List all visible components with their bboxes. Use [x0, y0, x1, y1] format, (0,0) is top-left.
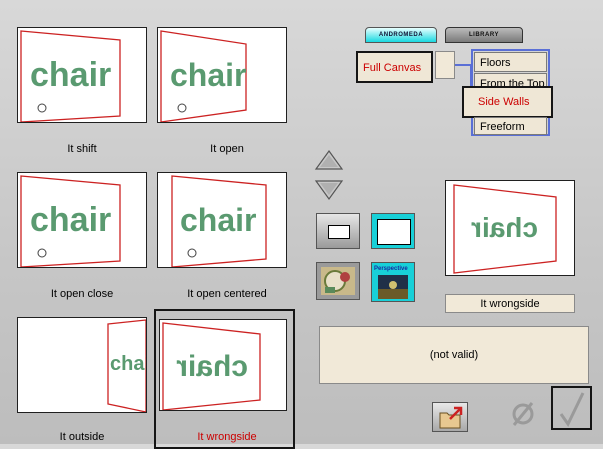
thumbnail-caption: It outside [59, 431, 105, 443]
large-frame-button[interactable] [371, 213, 415, 249]
thumbnail-caption: It open [210, 143, 244, 155]
mode-floors-label: Floors [480, 57, 511, 69]
svg-text:chair: chair [30, 56, 111, 94]
arrow-down-icon[interactable] [314, 177, 344, 201]
mode-side-walls-label: Side Walls [478, 96, 530, 108]
svg-text:chair: chair [170, 57, 246, 93]
full-canvas-button[interactable]: Full Canvas [356, 51, 433, 83]
full-canvas-label: Full Canvas [363, 62, 422, 74]
tab-andromeda-label: ANDROMEDA [378, 32, 424, 38]
small-frame-button[interactable] [316, 213, 360, 249]
tab-andromeda[interactable]: ANDROMEDA [365, 27, 437, 43]
thumbnail-it-open-centered[interactable]: chair [157, 172, 287, 268]
texture-preview-button[interactable] [316, 262, 360, 300]
thumbnail-art: chair [20, 30, 121, 122]
canvas-mode-spacer [435, 51, 455, 79]
thumbnail-caption: It shift [67, 143, 97, 155]
perspective-label: Perspective [374, 266, 408, 272]
texture-preview-icon [321, 267, 355, 295]
arrow-up-icon[interactable] [314, 149, 344, 173]
svg-text:chair: chair [471, 212, 538, 243]
thumbnail-it-open[interactable]: chair [157, 27, 287, 123]
thumbnail-art: chair [107, 319, 147, 412]
small-frame-icon [328, 225, 350, 239]
checkmark-icon [559, 392, 585, 427]
tab-library-label: LIBRARY [469, 32, 499, 38]
mode-freeform[interactable]: Freeform [474, 117, 547, 135]
svg-text:chair: chair [180, 202, 256, 238]
thumbnail-it-shift[interactable]: chair [17, 27, 147, 123]
status-text: (not valid) [429, 349, 479, 361]
thumbnail-art: chair [20, 175, 121, 267]
folder-export-icon [439, 406, 463, 429]
preview-caption: It wrongside [445, 294, 575, 313]
thumbnail-caption: It open centered [187, 288, 267, 300]
svg-text:chair: chair [110, 353, 147, 375]
confirm-button[interactable] [551, 386, 592, 430]
status-panel: (not valid) [319, 326, 589, 384]
svg-text:chair: chair [30, 201, 111, 239]
preview-art: chair [453, 184, 557, 274]
preview-frame: chair [445, 180, 575, 276]
preview-caption-text: It wrongside [480, 298, 540, 310]
cancel-icon[interactable] [508, 399, 538, 429]
thumbnail-caption: It open close [50, 288, 114, 300]
perspective-button[interactable]: Perspective [371, 262, 415, 302]
selected-thumbnail-frame [154, 309, 295, 449]
mode-floors[interactable]: Floors [474, 52, 547, 72]
perspective-icon [378, 275, 408, 299]
open-folder-button[interactable] [432, 402, 468, 432]
mode-side-walls[interactable]: Side Walls [462, 86, 553, 118]
thumbnail-caption-selected: It wrongside [197, 431, 257, 443]
thumbnail-it-open-close[interactable]: chair [17, 172, 147, 268]
large-frame-icon [377, 219, 411, 245]
thumbnail-art: chair [171, 175, 267, 267]
thumbnail-art: chair [160, 30, 247, 122]
mode-freeform-label: Freeform [480, 121, 525, 133]
tab-library[interactable]: LIBRARY [445, 27, 523, 43]
thumbnail-it-outside[interactable]: chair [17, 317, 147, 413]
